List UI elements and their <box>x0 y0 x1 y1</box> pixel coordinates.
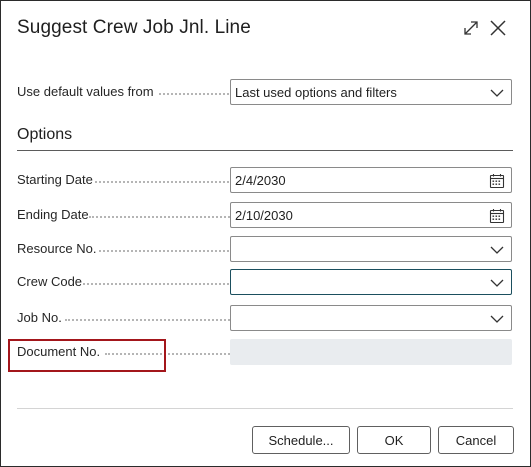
chevron-down-icon[interactable] <box>489 242 505 258</box>
calendar-icon[interactable] <box>489 208 505 224</box>
chevron-down-icon[interactable] <box>489 311 505 327</box>
starting-date-row: Starting Date 2/4/2030 <box>17 167 513 193</box>
leader-dots <box>89 216 233 218</box>
chevron-down-icon[interactable] <box>489 85 505 101</box>
close-icon[interactable] <box>489 19 507 37</box>
crew-code-field[interactable] <box>230 269 512 295</box>
leader-dots <box>99 250 233 252</box>
calendar-icon[interactable] <box>489 173 505 189</box>
job-no-row: Job No. <box>17 305 513 331</box>
leader-dots <box>95 181 233 183</box>
ending-date-value: 2/10/2030 <box>235 208 293 223</box>
starting-date-field[interactable]: 2/4/2030 <box>230 167 512 193</box>
starting-date-label: Starting Date <box>17 172 93 187</box>
default-values-select[interactable]: Last used options and filters <box>230 79 512 105</box>
job-no-field[interactable] <box>230 305 512 331</box>
resource-no-row: Resource No. <box>17 236 513 262</box>
crew-code-row: Crew Code <box>17 269 513 295</box>
job-no-label: Job No. <box>17 310 62 325</box>
options-heading: Options <box>17 126 73 143</box>
footer-divider <box>17 408 513 409</box>
cancel-button[interactable]: Cancel <box>438 426 514 454</box>
ending-date-row: Ending Date 2/10/2030 <box>17 202 513 228</box>
chevron-down-icon[interactable] <box>489 275 505 291</box>
resource-no-label: Resource No. <box>17 241 97 256</box>
default-values-row: Use default values from Last used option… <box>17 79 513 105</box>
leader-dots <box>65 319 233 321</box>
leader-dots <box>83 283 233 285</box>
document-no-highlight-box <box>8 339 166 372</box>
crew-code-label: Crew Code <box>17 274 83 289</box>
starting-date-value: 2/4/2030 <box>235 173 286 188</box>
ok-button[interactable]: OK <box>357 426 431 454</box>
resource-no-field[interactable] <box>230 236 512 262</box>
ending-date-field[interactable]: 2/10/2030 <box>230 202 512 228</box>
default-values-value: Last used options and filters <box>235 85 397 100</box>
suggest-crew-job-dialog: Suggest Crew Job Jnl. Line Use default v… <box>0 0 531 467</box>
leader-dots <box>159 93 233 95</box>
expand-icon[interactable] <box>462 19 480 37</box>
document-no-field <box>230 339 512 365</box>
schedule-button[interactable]: Schedule... <box>252 426 350 454</box>
default-values-label: Use default values from <box>17 84 154 99</box>
dialog-title: Suggest Crew Job Jnl. Line <box>17 17 251 38</box>
options-divider <box>17 150 513 151</box>
ending-date-label: Ending Date <box>17 207 89 222</box>
